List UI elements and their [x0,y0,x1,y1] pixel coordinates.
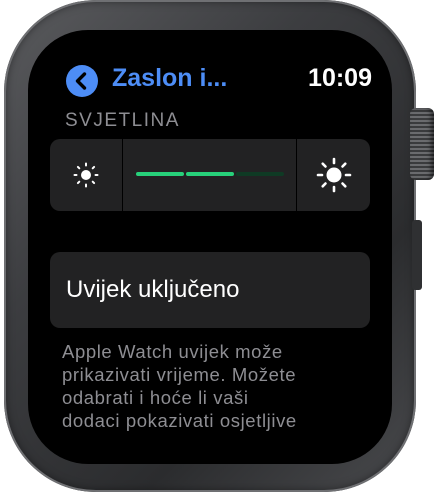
clock: 10:09 [308,64,372,92]
description-line: odabrati i hoće li vaši [62,387,249,408]
always-on-description: Apple Watch uvijek može prikazivati vrij… [62,340,362,432]
brightness-segment [236,172,284,176]
status-bar: Zaslon i... 10:09 [66,60,372,97]
digital-crown[interactable] [410,108,434,180]
brightness-section-title: SVJETLINA [65,110,180,131]
brightness-segment [186,172,234,176]
brightness-control [50,139,370,211]
brightness-level-bar[interactable] [136,172,284,176]
always-on-label: Uvijek uključeno [66,276,240,303]
brightness-segment [136,172,184,176]
always-on-row[interactable]: Uvijek uključeno [50,252,370,328]
sun-large-icon [316,157,352,193]
nav-title[interactable]: Zaslon i... [112,64,227,93]
description-line: Apple Watch uvijek može [62,341,283,362]
watch-screen: Zaslon i... 10:09 SVJETLINA Uvijek uklju… [28,30,392,464]
side-button[interactable] [412,220,422,290]
divider [122,139,123,211]
description-line: dodaci pokazivati osjetljive [62,410,297,431]
brightness-increase-button[interactable] [298,139,370,211]
divider [296,139,297,211]
chevron-left-icon [75,72,87,90]
brightness-decrease-button[interactable] [50,139,122,211]
description-line: prikazivati vrijeme. Možete [62,364,297,385]
sun-small-icon [73,162,99,188]
back-button[interactable] [66,65,98,97]
apple-watch-device: Zaslon i... 10:09 SVJETLINA Uvijek uklju… [0,0,439,492]
